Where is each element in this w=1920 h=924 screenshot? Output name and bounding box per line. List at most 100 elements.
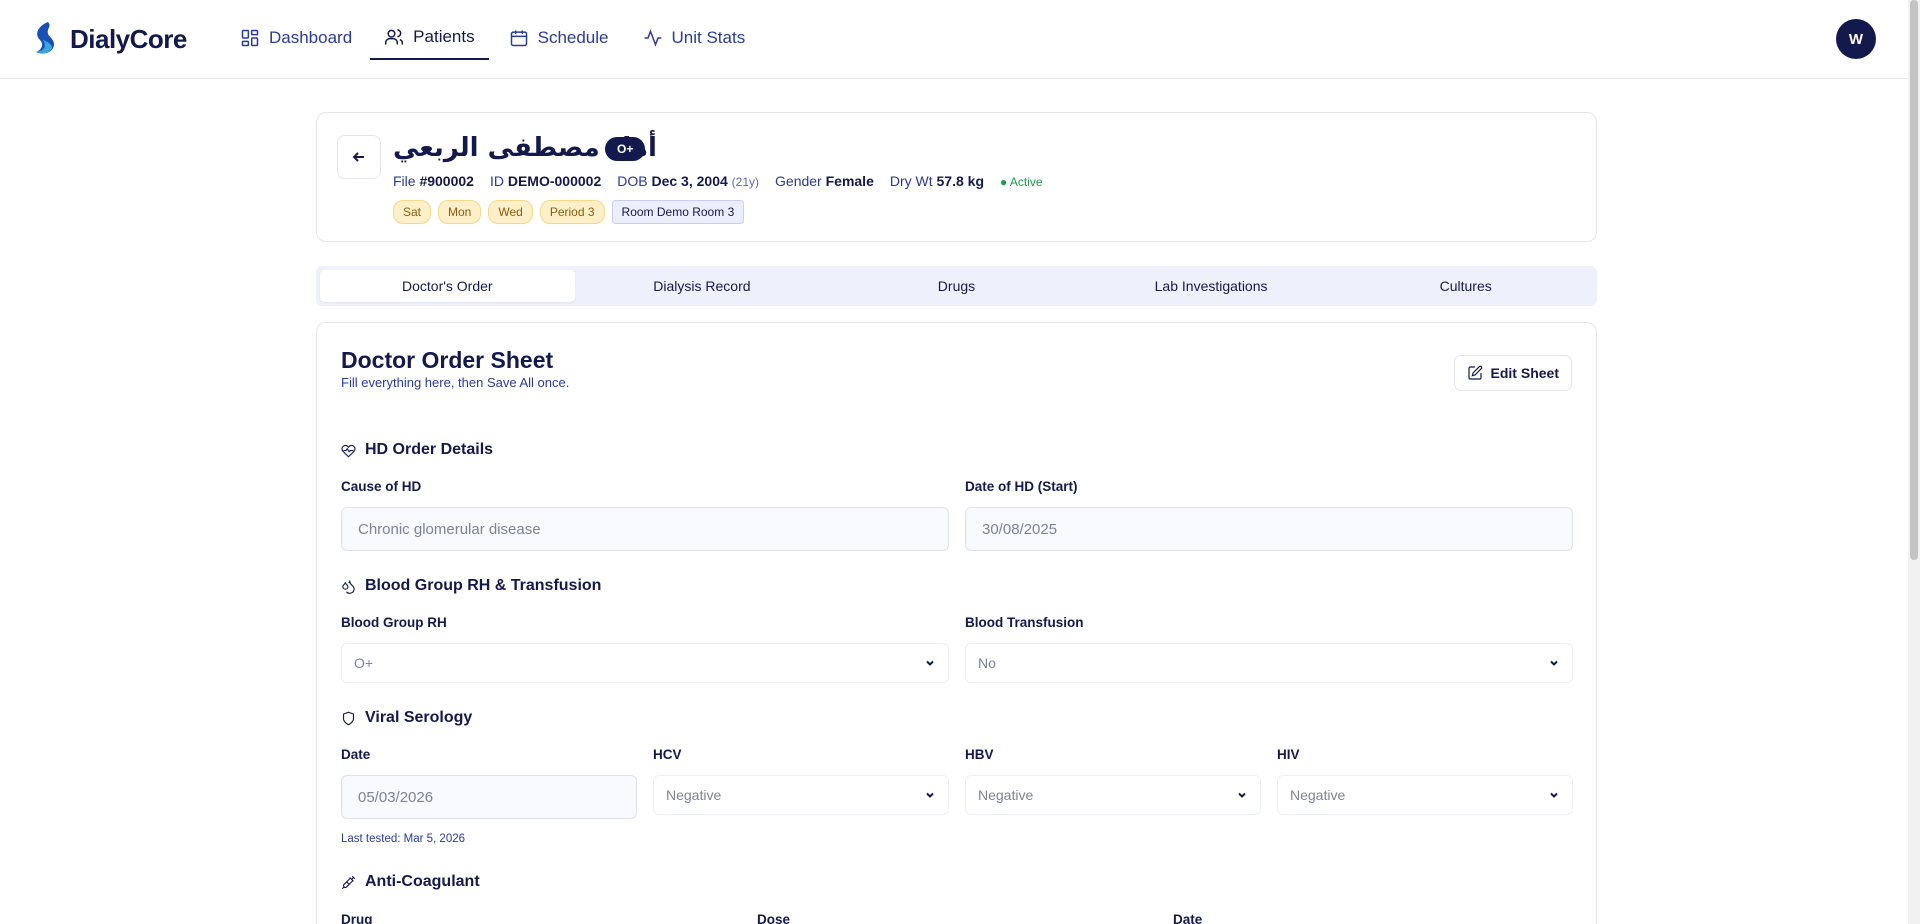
- cause-of-hd-field[interactable]: Chronic glomerular disease: [341, 507, 949, 551]
- age-value: (21y): [731, 175, 760, 189]
- nav-patients-label: Patients: [413, 27, 475, 46]
- chevron-down-icon: [1550, 792, 1558, 798]
- schedule-chips: Sat Mon Wed Period 3 Room Demo Room 3: [393, 200, 745, 224]
- back-button[interactable]: [337, 135, 381, 179]
- nav-unit-stats-label: Unit Stats: [671, 28, 746, 47]
- chip-period: Period 3: [539, 200, 605, 224]
- grid-icon: [241, 29, 259, 47]
- nav-schedule[interactable]: Schedule: [505, 20, 613, 60]
- page-scrollbar[interactable]: [1908, 0, 1920, 924]
- serology-date-field[interactable]: 05/03/2026: [341, 775, 637, 819]
- id-label: ID: [489, 173, 504, 189]
- anti-coagulant-heading: Anti-Coagulant: [341, 873, 480, 891]
- blood-transfusion-select[interactable]: No: [965, 643, 1573, 683]
- date-of-hd-label: Date of HD (Start): [965, 479, 1078, 494]
- users-icon: [385, 29, 404, 45]
- chevron-down-icon: [1550, 660, 1558, 666]
- nav-schedule-label: Schedule: [537, 28, 609, 47]
- hcv-value: Negative: [666, 787, 722, 803]
- hbv-label: HBV: [965, 747, 994, 762]
- file-number: #900002: [419, 173, 474, 189]
- hd-order-heading-text: HD Order Details: [365, 441, 494, 458]
- tab-lab-investigations[interactable]: Lab Investigations: [1084, 270, 1339, 302]
- hbv-value: Negative: [978, 787, 1034, 803]
- nav-patients[interactable]: Patients: [370, 20, 489, 60]
- hiv-value: Negative: [1290, 787, 1346, 803]
- hcv-select[interactable]: Negative: [653, 775, 949, 815]
- blood-group-rh-label: Blood Group RH: [341, 615, 447, 630]
- id-meta: ID DEMO-000002: [490, 173, 601, 189]
- top-navigation-bar: DialyCore Dashboard Patients Schedule Un…: [0, 0, 1908, 79]
- dry-weight-value: 57.8 kg: [936, 173, 984, 189]
- file-label: File: [393, 173, 416, 189]
- dob-meta: DOB Dec 3, 2004 (21y): [617, 173, 759, 189]
- user-avatar[interactable]: W: [1836, 19, 1876, 59]
- hbv-select[interactable]: Negative: [965, 775, 1261, 815]
- hd-order-heading: HD Order Details: [341, 441, 493, 459]
- id-value: DEMO-000002: [507, 173, 602, 189]
- gender-label: Gender: [775, 173, 822, 189]
- patient-header-card: أمل مصطفى الربعي O+ File #900002 ID DEMO…: [316, 112, 1597, 242]
- record-tabs: Doctor's Order Dialysis Record Drugs Lab…: [316, 266, 1597, 306]
- anti-coagulant-heading-text: Anti-Coagulant: [365, 873, 480, 890]
- logo-icon: [36, 22, 54, 54]
- hiv-select[interactable]: Negative: [1277, 775, 1573, 815]
- viral-serology-heading-text: Viral Serology: [365, 709, 473, 726]
- tab-doctors-order[interactable]: Doctor's Order: [320, 270, 575, 302]
- sheet-title: Doctor Order Sheet: [341, 347, 554, 373]
- blood-group-heading: Blood Group RH & Transfusion: [341, 577, 601, 595]
- nav-unit-stats[interactable]: Unit Stats: [639, 20, 750, 60]
- chip-mon: Mon: [438, 200, 482, 224]
- nav-dashboard[interactable]: Dashboard: [236, 20, 356, 60]
- heart-pulse-icon: [341, 444, 356, 458]
- edit-sheet-button[interactable]: Edit Sheet: [1453, 355, 1572, 391]
- calendar-icon: [510, 30, 527, 47]
- syringe-icon: [341, 875, 356, 889]
- date-of-hd-field[interactable]: 30/08/2025: [965, 507, 1573, 551]
- chevron-down-icon: [926, 792, 934, 798]
- arrow-left-icon: [352, 152, 364, 162]
- chip-sat: Sat: [393, 200, 432, 224]
- scrollbar-thumb[interactable]: [1910, 0, 1918, 560]
- app-logo[interactable]: DialyCore: [30, 20, 187, 58]
- chevron-down-icon: [1238, 792, 1246, 798]
- blood-group-rh-select[interactable]: O+: [341, 643, 949, 683]
- tab-cultures[interactable]: Cultures: [1338, 270, 1593, 302]
- dose-label: Dose: [757, 912, 791, 924]
- serology-date-label: Date: [341, 747, 371, 762]
- viral-serology-heading: Viral Serology: [341, 709, 472, 727]
- shield-icon: [342, 711, 355, 725]
- main-nav: Dashboard Patients Schedule Unit Stats: [236, 20, 775, 60]
- tab-dialysis-record[interactable]: Dialysis Record: [575, 270, 830, 302]
- chevron-down-icon: [926, 660, 934, 666]
- activity-icon: [644, 29, 661, 47]
- droplets-icon: [342, 578, 355, 594]
- room-chip: Room Demo Room 3: [611, 200, 745, 224]
- blood-group-heading-text: Blood Group RH & Transfusion: [365, 577, 602, 594]
- dry-weight-label: Dry Wt: [889, 173, 933, 189]
- dob-label: DOB: [617, 173, 648, 189]
- status-badge: ● Active: [1000, 175, 1043, 189]
- file-meta: File #900002: [393, 173, 474, 189]
- app-name: DialyCore: [70, 23, 187, 54]
- dry-weight-meta: Dry Wt 57.8 kg: [890, 173, 984, 189]
- anticoag-date-label: Date: [1173, 912, 1203, 924]
- doctor-order-sheet-card: Doctor Order Sheet Fill everything here,…: [316, 322, 1597, 924]
- patient-meta: File #900002 ID DEMO-000002 DOB Dec 3, 2…: [393, 173, 1043, 189]
- edit-sheet-label: Edit Sheet: [1490, 365, 1559, 381]
- gender-value: Female: [825, 173, 874, 189]
- nav-dashboard-label: Dashboard: [269, 28, 353, 47]
- tab-drugs[interactable]: Drugs: [829, 270, 1084, 302]
- hcv-label: HCV: [653, 747, 682, 762]
- last-tested-hint: Last tested: Mar 5, 2026: [341, 833, 466, 845]
- edit-icon: [1467, 365, 1482, 380]
- blood-transfusion-value: No: [978, 655, 996, 671]
- gender-meta: Gender Female: [775, 173, 874, 189]
- dob-value: Dec 3, 2004: [651, 173, 728, 189]
- chip-wed: Wed: [488, 200, 533, 224]
- blood-group-badge: O+: [605, 137, 646, 161]
- sheet-subtitle: Fill everything here, then Save All once…: [341, 375, 570, 390]
- drug-label: Drug: [341, 912, 373, 924]
- blood-group-rh-value: O+: [354, 655, 374, 671]
- blood-transfusion-label: Blood Transfusion: [965, 615, 1084, 630]
